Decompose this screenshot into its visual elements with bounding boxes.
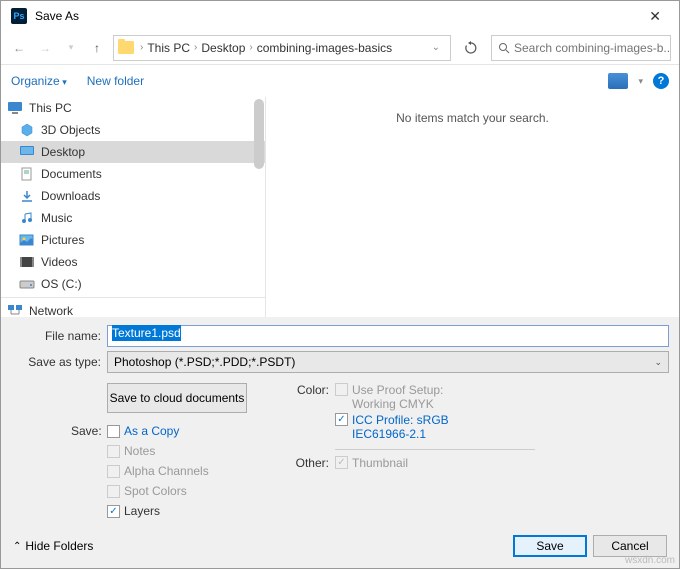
save-to-cloud-button[interactable]: Save to cloud documents	[107, 383, 247, 413]
music-icon	[19, 211, 35, 225]
ascopy-checkbox[interactable]	[107, 425, 120, 438]
watermark: wsxdn.com	[625, 555, 675, 566]
close-icon[interactable]: ✕	[641, 4, 669, 29]
folder-icon	[118, 41, 134, 54]
breadcrumb-bar[interactable]: › This PC › Desktop › combining-images-b…	[113, 35, 451, 61]
save-opts-label: Save:	[71, 424, 107, 438]
chevron-right-icon: ›	[192, 42, 199, 53]
nav-back-button[interactable]: ←	[9, 38, 29, 58]
search-field[interactable]	[514, 41, 669, 55]
refresh-button[interactable]	[457, 35, 485, 61]
scrollbar-thumb[interactable]	[254, 99, 264, 169]
saveastype-select[interactable]: Photoshop (*.PSD;*.PDD;*.PSDT) ⌄	[107, 351, 669, 373]
organize-menu[interactable]: Organize	[11, 74, 67, 88]
spot-label: Spot Colors	[124, 484, 187, 498]
sidebar-item-pictures[interactable]: Pictures	[1, 229, 265, 251]
search-input[interactable]	[491, 35, 671, 61]
new-folder-button[interactable]: New folder	[87, 74, 144, 88]
layers-checkbox[interactable]	[107, 505, 120, 518]
sidebar-item-thispc[interactable]: This PC	[1, 97, 265, 119]
view-menu-icon[interactable]	[608, 73, 628, 89]
icc-label2[interactable]: IEC61966-2.1	[352, 427, 449, 441]
photoshop-icon: Ps	[11, 8, 27, 24]
downloads-icon	[19, 189, 35, 203]
chevron-up-icon: ⌃	[13, 541, 21, 552]
ascopy-label[interactable]: As a Copy	[124, 424, 179, 438]
notes-label: Notes	[124, 444, 155, 458]
pictures-icon	[19, 233, 35, 247]
sidebar-item-videos[interactable]: Videos	[1, 251, 265, 273]
filename-label: File name:	[1, 329, 107, 343]
chevron-right-icon: ›	[138, 42, 145, 53]
sidebar-item-os-c[interactable]: OS (C:)	[1, 273, 265, 295]
saveastype-label: Save as type:	[1, 355, 107, 369]
icc-label1[interactable]: ICC Profile: sRGB	[352, 413, 449, 427]
sidebar-item-3dobjects[interactable]: 3D Objects	[1, 119, 265, 141]
nav-recent-dropdown[interactable]: ▾	[61, 38, 81, 58]
alpha-checkbox	[107, 465, 120, 478]
chevron-down-icon[interactable]: ⌄	[426, 42, 446, 53]
sidebar-item-desktop[interactable]: Desktop	[1, 141, 265, 163]
thumbnail-checkbox	[335, 456, 348, 469]
view-dropdown-icon[interactable]: ▾	[638, 76, 643, 87]
chevron-down-icon: ⌄	[654, 357, 662, 368]
empty-message: No items match your search.	[396, 111, 549, 125]
documents-icon	[19, 167, 35, 181]
sidebar-item-downloads[interactable]: Downloads	[1, 185, 265, 207]
sidebar: This PC 3D Objects Desktop Documents Dow…	[1, 97, 266, 317]
nav-forward-button: →	[35, 38, 55, 58]
breadcrumb-item[interactable]: This PC	[145, 41, 192, 55]
hide-folders-toggle[interactable]: ⌃ Hide Folders	[13, 539, 93, 553]
help-icon[interactable]: ?	[653, 73, 669, 89]
icc-checkbox[interactable]	[335, 413, 348, 426]
other-opts-label: Other:	[291, 456, 335, 470]
chevron-right-icon: ›	[247, 42, 254, 53]
search-icon	[498, 42, 510, 54]
drive-icon	[19, 277, 35, 291]
layers-label: Layers	[124, 504, 160, 518]
thumbnail-label: Thumbnail	[352, 456, 408, 470]
proof-label2: Working CMYK	[352, 397, 443, 411]
pc-icon	[7, 101, 23, 115]
window-title: Save As	[35, 9, 641, 23]
cancel-button[interactable]: Cancel	[593, 535, 667, 557]
sidebar-item-network[interactable]: Network	[1, 300, 265, 317]
save-button[interactable]: Save	[513, 535, 587, 557]
alpha-label: Alpha Channels	[124, 464, 209, 478]
spot-checkbox	[107, 485, 120, 498]
notes-checkbox	[107, 445, 120, 458]
nav-up-button[interactable]: ↑	[87, 38, 107, 58]
breadcrumb-item[interactable]: combining-images-basics	[255, 41, 394, 55]
sidebar-item-documents[interactable]: Documents	[1, 163, 265, 185]
sidebar-item-music[interactable]: Music	[1, 207, 265, 229]
filename-input[interactable]: Texture1.psd	[107, 325, 669, 347]
desktop-icon	[19, 145, 35, 159]
proof-label1: Use Proof Setup:	[352, 383, 443, 397]
color-opts-label: Color:	[291, 383, 335, 397]
file-list-pane[interactable]: No items match your search.	[266, 97, 679, 317]
videos-icon	[19, 255, 35, 269]
3d-icon	[19, 123, 35, 137]
breadcrumb-item[interactable]: Desktop	[199, 41, 247, 55]
proof-checkbox	[335, 383, 348, 396]
network-icon	[7, 304, 23, 317]
